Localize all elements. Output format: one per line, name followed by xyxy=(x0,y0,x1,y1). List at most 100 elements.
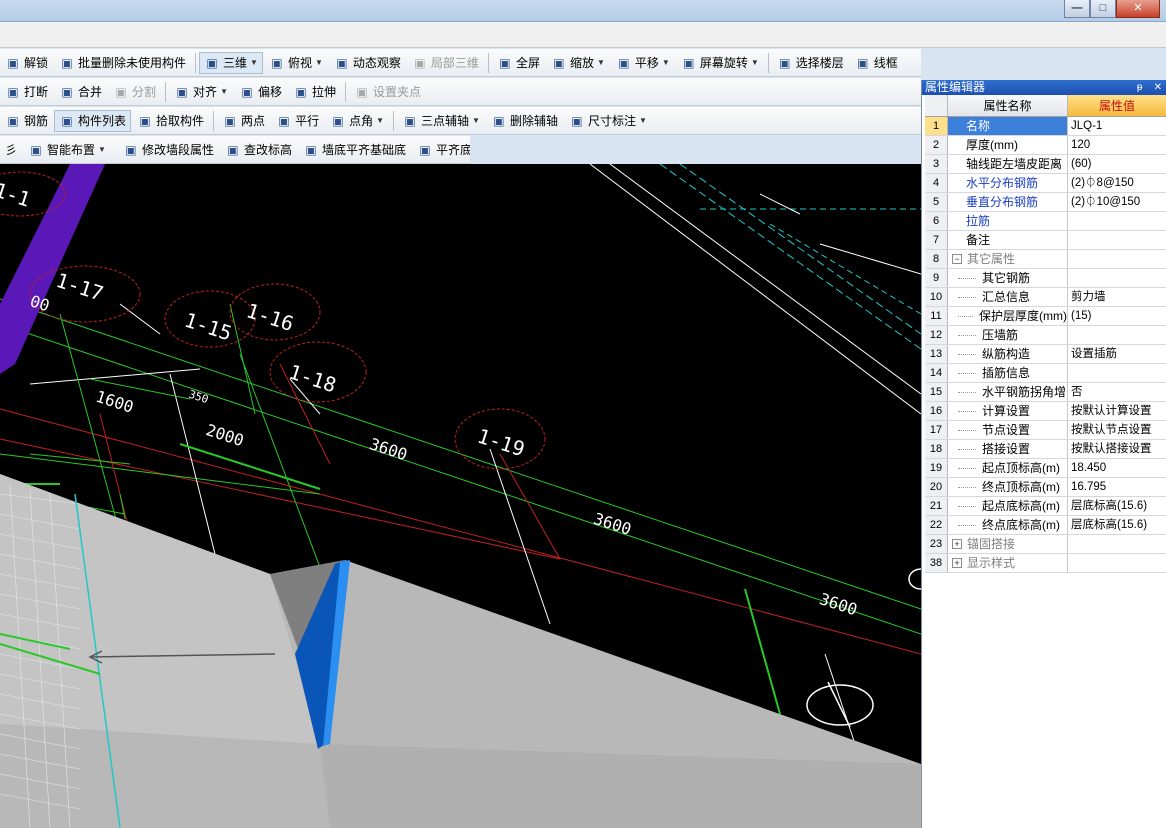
property-value-cell[interactable]: 层底标高(15.6) xyxy=(1068,516,1166,534)
toolbar-button-merge[interactable]: ▣ 合并 xyxy=(54,81,107,103)
panel-close-icon[interactable]: ✕ xyxy=(1154,82,1162,93)
property-value-cell[interactable] xyxy=(1068,231,1166,249)
property-name-cell[interactable]: 纵筋构造 xyxy=(948,345,1068,363)
property-name-cell[interactable]: 汇总信息 xyxy=(948,288,1068,306)
property-name-cell[interactable]: 终点顶标高(m) xyxy=(948,478,1068,496)
dropdown-arrow-icon[interactable]: ▼ xyxy=(315,58,323,67)
dropdown-arrow-icon[interactable]: ▼ xyxy=(639,116,647,125)
expand-icon[interactable]: + xyxy=(952,539,962,549)
toolbar-button-elevation[interactable]: ▣ 查改标高 xyxy=(220,139,297,161)
toolbar-button-two-point[interactable]: ▣ 两点 xyxy=(217,110,270,132)
property-name-cell[interactable]: 插筋信息 xyxy=(948,364,1068,382)
property-row[interactable]: 8− 其它属性 xyxy=(925,250,1166,269)
property-row[interactable]: 15 水平钢筋拐角增否 xyxy=(925,383,1166,402)
toolbar-button-rotate-screen[interactable]: ▣ 屏幕旋转 ▼ xyxy=(676,52,764,74)
toolbar-button-wall-align-base[interactable]: ▣ 墙底平齐基础底 xyxy=(298,139,411,161)
property-name-cell[interactable]: 垂直分布钢筋 xyxy=(948,193,1068,211)
expand-icon[interactable]: + xyxy=(952,558,962,568)
dropdown-arrow-icon[interactable]: ▼ xyxy=(220,87,228,96)
property-value-cell[interactable] xyxy=(1068,269,1166,287)
property-name-cell[interactable]: 终点底标高(m) xyxy=(948,516,1068,534)
property-name-cell[interactable]: + 锚固搭接 xyxy=(948,535,1068,553)
property-row[interactable]: 18 搭接设置 按默认搭接设置 xyxy=(925,440,1166,459)
toolbar-button-point-angle[interactable]: ▣ 点角 ▼ xyxy=(325,110,389,132)
toolbar-button-unlock[interactable]: ▣ 解锁 xyxy=(0,52,53,74)
maximize-button[interactable]: □ xyxy=(1090,0,1116,18)
property-row[interactable]: 23 + 锚固搭接 xyxy=(925,535,1166,554)
property-name-cell[interactable]: 节点设置 xyxy=(948,421,1068,439)
property-value-cell[interactable]: 按默认计算设置 xyxy=(1068,402,1166,420)
toolbar-button-rebar[interactable]: ▣ 钢筋 xyxy=(0,110,53,132)
property-value-cell[interactable] xyxy=(1068,535,1166,553)
dropdown-arrow-icon[interactable]: ▼ xyxy=(376,116,384,125)
property-name-cell[interactable]: − 其它属性 xyxy=(948,250,1068,268)
dropdown-arrow-icon[interactable]: ▼ xyxy=(472,116,480,125)
property-row[interactable]: 2 厚度(mm) 120 xyxy=(925,136,1166,155)
property-name-cell[interactable]: 起点底标高(m) xyxy=(948,497,1068,515)
toolbar-button-delete-axis[interactable]: ▣ 删除辅轴 xyxy=(486,110,563,132)
property-row[interactable]: 5 垂直分布钢筋 (2)⏀10@150 xyxy=(925,193,1166,212)
property-row[interactable]: 22 终点底标高(m) 层底标高(15.6) xyxy=(925,516,1166,535)
property-name-cell[interactable]: 水平钢筋拐角增 xyxy=(948,383,1068,401)
viewport-canvas[interactable]: 1-1 1-17 1-15 1-16 1-18 1-19 00 1600 350… xyxy=(0,164,921,828)
property-name-cell[interactable]: 轴线距左墙皮距离 xyxy=(948,155,1068,173)
toolbar-button-align-slab[interactable]: ▣ 平齐底板 xyxy=(412,139,470,161)
dropdown-arrow-icon[interactable]: ▼ xyxy=(98,145,106,154)
property-value-cell[interactable]: JLQ-1 xyxy=(1068,117,1166,135)
toolbar-button-pan[interactable]: ▣ 平移 ▼ xyxy=(611,52,675,74)
property-name-cell[interactable]: 水平分布钢筋 xyxy=(948,174,1068,192)
toolbar-button-parallel[interactable]: ▣ 平行 xyxy=(271,110,324,132)
toolbar-button-component-list[interactable]: ▣ 构件列表 xyxy=(54,109,132,132)
property-value-cell[interactable] xyxy=(1068,212,1166,230)
property-row[interactable]: 14 插筋信息 xyxy=(925,364,1166,383)
dropdown-arrow-icon[interactable]: ▼ xyxy=(751,58,759,67)
property-value-cell[interactable]: 层底标高(15.6) xyxy=(1068,497,1166,515)
property-row[interactable]: 13 纵筋构造 设置插筋 xyxy=(925,345,1166,364)
minimize-button[interactable]: — xyxy=(1064,0,1090,18)
toolbar-button-local-3d[interactable]: ▣ 局部三维 xyxy=(407,52,484,74)
property-row[interactable]: 1 名称 JLQ-1 xyxy=(925,117,1166,136)
toolbar-button-top-view[interactable]: ▣ 俯视 ▼ xyxy=(264,52,328,74)
property-row[interactable]: 6 拉筋 xyxy=(925,212,1166,231)
property-value-cell[interactable] xyxy=(1068,326,1166,344)
toolbar-button-smart-layout[interactable]: ▣ 智能布置 ▼ xyxy=(23,139,111,161)
3d-viewport[interactable]: 1-1 1-17 1-15 1-16 1-18 1-19 00 1600 350… xyxy=(0,164,921,828)
property-row[interactable]: 11 保护层厚度(mm) (15) xyxy=(925,307,1166,326)
property-name-cell[interactable]: 名称 xyxy=(948,117,1068,135)
dropdown-arrow-icon[interactable]: ▼ xyxy=(662,58,670,67)
dropdown-arrow-icon[interactable]: ▼ xyxy=(597,58,605,67)
property-row[interactable]: 9 其它钢筋 xyxy=(925,269,1166,288)
toolbar-button-three-point-axis[interactable]: ▣ 三点辅轴 ▼ xyxy=(397,110,485,132)
collapse-icon[interactable]: − xyxy=(952,254,962,264)
property-value-cell[interactable]: (15) xyxy=(1068,307,1166,325)
property-row[interactable]: 38 + 显示样式 xyxy=(925,554,1166,573)
toolbar-button-cube-3d[interactable]: ▣ 三维 ▼ xyxy=(199,51,263,74)
property-row[interactable]: 21 起点底标高(m) 层底标高(15.6) xyxy=(925,497,1166,516)
toolbar-button-split[interactable]: ▣ 分割 xyxy=(108,81,161,103)
property-value-cell[interactable]: 设置插筋 xyxy=(1068,345,1166,363)
property-value-cell[interactable]: 按默认节点设置 xyxy=(1068,421,1166,439)
toolbar-button-extra[interactable]: 彡 xyxy=(0,139,22,161)
toolbar-button-offset[interactable]: ▣ 偏移 xyxy=(234,81,287,103)
property-name-cell[interactable]: 厚度(mm) xyxy=(948,136,1068,154)
property-value-cell[interactable]: 否 xyxy=(1068,383,1166,401)
property-name-cell[interactable]: 备注 xyxy=(948,231,1068,249)
close-button[interactable]: ✕ xyxy=(1116,0,1160,18)
property-name-cell[interactable]: 保护层厚度(mm) xyxy=(948,307,1068,325)
toolbar-button-align[interactable]: ▣ 对齐 ▼ xyxy=(169,81,233,103)
property-row[interactable]: 7 备注 xyxy=(925,231,1166,250)
toolbar-button-wireframe[interactable]: ▣ 线框 xyxy=(850,52,903,74)
property-name-cell[interactable]: 搭接设置 xyxy=(948,440,1068,458)
property-value-cell[interactable] xyxy=(1068,250,1166,268)
toolbar-button-edit-wall[interactable]: ▣ 修改墙段属性 xyxy=(118,139,219,161)
property-value-cell[interactable]: 16.795 xyxy=(1068,478,1166,496)
property-value-cell[interactable]: 剪力墙 xyxy=(1068,288,1166,306)
property-row[interactable]: 10 汇总信息 剪力墙 xyxy=(925,288,1166,307)
dropdown-arrow-icon[interactable]: ▼ xyxy=(250,58,258,67)
property-name-cell[interactable]: + 显示样式 xyxy=(948,554,1068,572)
property-value-cell[interactable]: (60) xyxy=(1068,155,1166,173)
property-row[interactable]: 17 节点设置 按默认节点设置 xyxy=(925,421,1166,440)
pin-icon[interactable]: ᵽ xyxy=(1137,82,1143,93)
property-value-cell[interactable]: (2)⏀10@150 xyxy=(1068,193,1166,211)
property-row[interactable]: 16 计算设置 按默认计算设置 xyxy=(925,402,1166,421)
